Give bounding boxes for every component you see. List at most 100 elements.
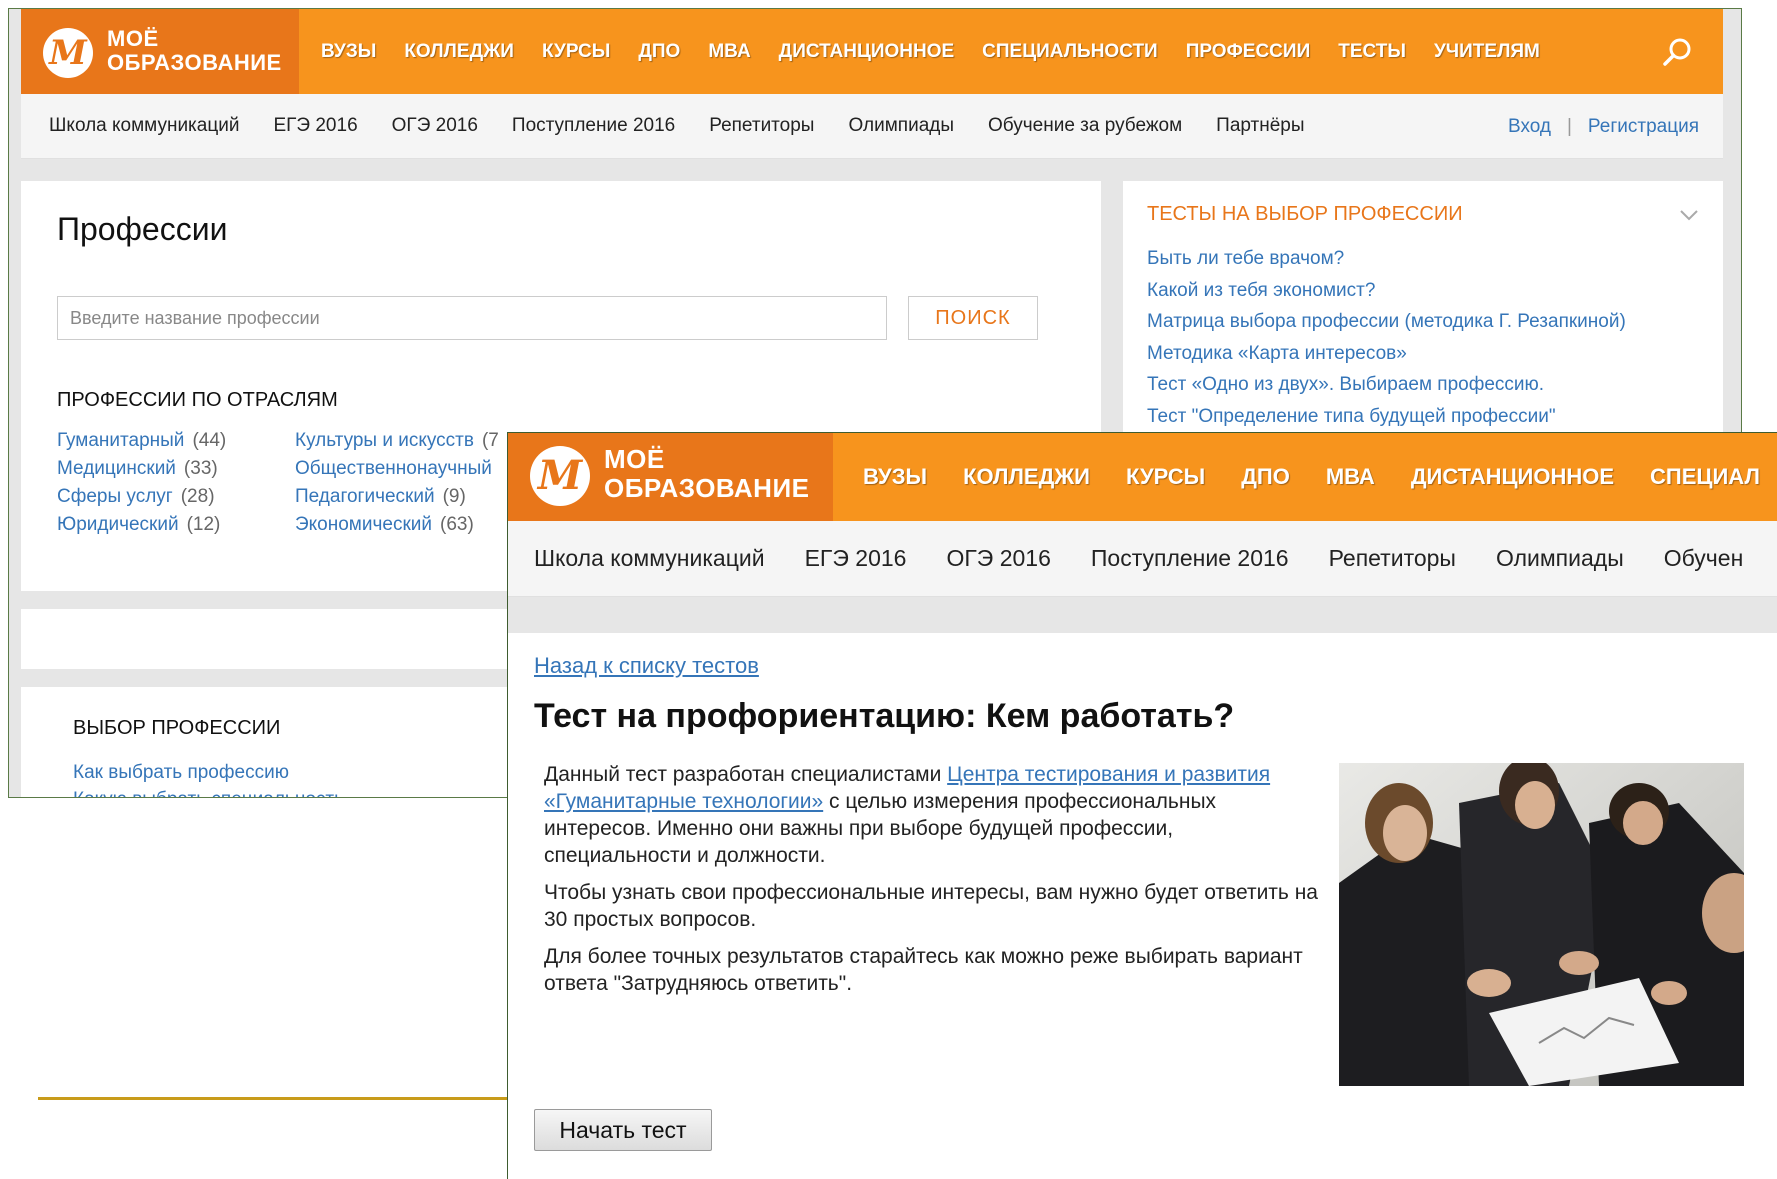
nav-item-universities[interactable]: ВУЗЫ [863,464,927,490]
choice-link[interactable]: Какую выбрать специальность [73,786,344,797]
description-paragraph-2: Чтобы узнать свои профессиональные интер… [544,881,1318,931]
logo-line-1: МОЁ [604,444,665,474]
industry-count: (44) [192,430,227,451]
industry-link[interactable]: Экономический [295,514,432,535]
subnav-item-oge[interactable]: ОГЭ 2016 [392,115,478,137]
main-nav: ВУЗЫ КОЛЛЕДЖИ КУРСЫ ДПО МВА ДИСТАНЦИОННО… [863,433,1777,521]
test-link[interactable]: Тест «Одно из двух». Выбираем профессию. [1147,369,1626,401]
industry-count: (28) [180,486,215,507]
nav-item-dpo[interactable]: ДПО [638,41,680,63]
top-navbar: M МОЁ ОБРАЗОВАНИЕ ВУЗЫ КОЛЛЕДЖИ КУРСЫ ДП… [21,9,1723,94]
industry-item: Общественнонаучный [295,455,500,483]
secondary-nav: Школа коммуникаций ЕГЭ 2016 ОГЭ 2016 Пос… [508,521,1777,597]
business-people-photo [1339,763,1744,1086]
test-page-window: M МОЁ ОБРАЗОВАНИЕ ВУЗЫ КОЛЛЕДЖИ КУРСЫ ДП… [507,432,1777,1179]
industry-item: Медицинский (33) [57,455,226,483]
test-description: Данный тест разработан специалистами Цен… [544,761,1324,1007]
description-paragraph-1: Данный тест разработан специалистами Цен… [544,761,1324,869]
test-link[interactable]: Методика «Карта интересов» [1147,338,1626,370]
nav-item-specialties[interactable]: СПЕЦИАЛЬНОСТИ [982,41,1158,63]
secondary-nav: Школа коммуникаций ЕГЭ 2016 ОГЭ 2016 Пос… [21,94,1723,159]
tests-sidebar-title: ТЕСТЫ НА ВЫБОР ПРОФЕССИИ [1147,203,1463,225]
subnav-item-admission[interactable]: Поступление 2016 [1091,545,1289,572]
register-link[interactable]: Регистрация [1588,116,1699,138]
test-link[interactable]: Матрица выбора профессии (методика Г. Ре… [1147,306,1626,338]
industry-link[interactable]: Сферы услуг [57,486,173,507]
description-paragraph-3: Для более точных результатов старайтесь … [544,945,1303,995]
logo-line-2: ОБРАЗОВАНИЕ [604,473,810,503]
subnav-item-olympiads[interactable]: Олимпиады [848,115,954,137]
test-link[interactable]: Тест "Определение типа будущей профессии… [1147,401,1626,433]
industries-title: ПРОФЕССИИ ПО ОТРАСЛЯМ [57,389,338,411]
subnav-item-tutors[interactable]: Репетиторы [1329,545,1456,572]
logo-text: МОЁ ОБРАЗОВАНИЕ [604,445,809,503]
nav-item-colleges[interactable]: КОЛЛЕДЖИ [963,464,1090,490]
test-link[interactable]: Какой из тебя экономист? [1147,275,1626,307]
industry-item: Гуманитарный (44) [57,427,226,455]
industry-item: Экономический (63) [295,511,500,539]
subnav-item-oge[interactable]: ОГЭ 2016 [946,545,1050,572]
start-test-button[interactable]: Начать тест [534,1109,712,1151]
industry-count: (12) [186,514,221,535]
nav-item-specialties[interactable]: СПЕЦИАЛ [1650,464,1760,490]
subnav-item-tutors[interactable]: Репетиторы [709,115,814,137]
login-link[interactable]: Вход [1508,116,1551,138]
site-logo[interactable]: M МОЁ ОБРАЗОВАНИЕ [21,9,299,94]
nav-item-courses[interactable]: КУРСЫ [1126,464,1205,490]
logo-emblem: M [43,28,93,78]
nav-item-professions[interactable]: ПРОФЕССИИ [1186,41,1311,63]
subnav-item-admission[interactable]: Поступление 2016 [512,115,675,137]
main-nav: ВУЗЫ КОЛЛЕДЖИ КУРСЫ ДПО МВА ДИСТАНЦИОННО… [321,9,1568,94]
profession-search-input[interactable] [57,296,887,340]
industries-column-2: Культуры и искусств (7 Общественнонаучный… [295,427,500,539]
subnav-item-olympiads[interactable]: Олимпиады [1496,545,1624,572]
nav-item-mba[interactable]: МВА [1326,464,1375,490]
subnav-item-partners[interactable]: Партнёры [1216,115,1304,137]
industry-item: Сферы услуг (28) [57,483,226,511]
chevron-down-icon[interactable] [1677,203,1701,227]
subnav-item-ege[interactable]: ЕГЭ 2016 [805,545,907,572]
subnav-item-communications-school[interactable]: Школа коммуникаций [49,115,239,137]
nav-item-tests[interactable]: ТЕСТЫ [1338,41,1406,63]
logo-emblem: M [530,446,590,506]
page-gap [508,597,1777,633]
test-title: Тест на профориентацию: Кем работать? [534,697,1235,735]
industry-link[interactable]: Общественнонаучный [295,458,492,479]
industry-count: (9) [442,486,466,507]
nav-item-distance[interactable]: ДИСТАНЦИОННОЕ [779,41,955,63]
industry-item: Юридический (12) [57,511,226,539]
nav-item-colleges[interactable]: КОЛЛЕДЖИ [404,41,514,63]
subnav-item-study-abroad[interactable]: Обучение за рубежом [988,115,1182,137]
nav-item-courses[interactable]: КУРСЫ [542,41,610,63]
nav-item-distance[interactable]: ДИСТАНЦИОННОЕ [1411,464,1614,490]
search-icon[interactable] [1661,35,1695,69]
industry-link[interactable]: Педагогический [295,486,435,507]
logo-line-1: МОЁ [107,26,159,51]
nav-item-teachers[interactable]: УЧИТЕЛЯМ [1434,41,1540,63]
nav-item-universities[interactable]: ВУЗЫ [321,41,376,63]
subnav-item-communications-school[interactable]: Школа коммуникаций [534,545,765,572]
p1-text-before: Данный тест разработан специалистами [544,763,948,786]
choice-title: ВЫБОР ПРОФЕССИИ [73,717,281,739]
industry-count: (7 [481,430,499,451]
nav-item-dpo[interactable]: ДПО [1241,464,1290,490]
site-logo[interactable]: M МОЁ ОБРАЗОВАНИЕ [508,433,833,521]
search-button[interactable]: ПОИСК [908,296,1038,340]
nav-item-mba[interactable]: МВА [708,41,750,63]
page-title: Профессии [57,211,228,247]
logo-text: МОЁ ОБРАЗОВАНИЕ [107,27,282,75]
test-link[interactable]: Быть ли тебе врачом? [1147,243,1626,275]
back-to-tests-link[interactable]: Назад к списку тестов [534,653,759,679]
auth-links: Вход | Регистрация [1508,94,1699,159]
subnav-item-study-abroad[interactable]: Обучен [1664,545,1744,572]
auth-separator: | [1566,115,1572,137]
subnav-item-ege[interactable]: ЕГЭ 2016 [273,115,357,137]
industry-item: Культуры и искусств (7 [295,427,500,455]
top-navbar: M МОЁ ОБРАЗОВАНИЕ ВУЗЫ КОЛЛЕДЖИ КУРСЫ ДП… [508,433,1777,521]
industry-item: Педагогический (9) [295,483,500,511]
industry-link[interactable]: Гуманитарный [57,430,184,451]
industry-link[interactable]: Медицинский [57,458,176,479]
industry-link[interactable]: Юридический [57,514,179,535]
industry-link[interactable]: Культуры и искусств [295,430,474,451]
choice-link[interactable]: Как выбрать профессию [73,759,344,786]
